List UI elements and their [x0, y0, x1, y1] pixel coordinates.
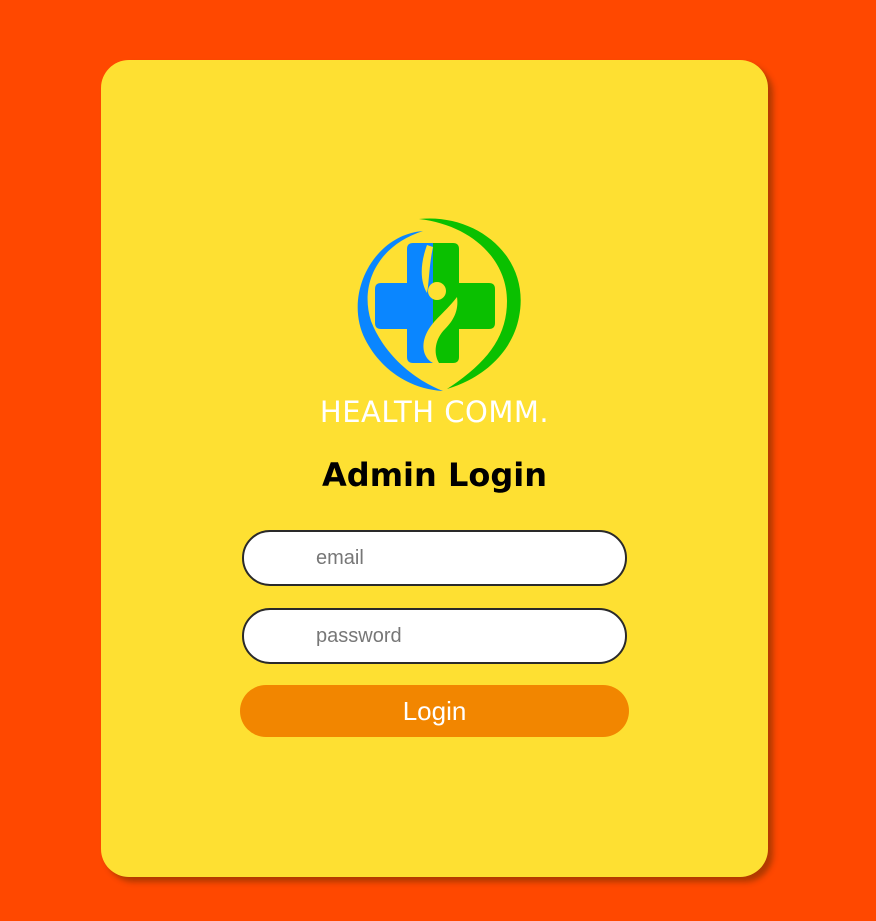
- email-field[interactable]: [242, 530, 627, 586]
- brand-name: HEALTH COMM.: [319, 395, 550, 429]
- password-field[interactable]: [242, 608, 627, 664]
- health-logo-icon: [347, 217, 523, 393]
- page-title: Admin Login: [322, 456, 547, 494]
- login-card: HEALTH COMM. Admin Login Login: [101, 60, 768, 877]
- login-button[interactable]: Login: [240, 685, 629, 737]
